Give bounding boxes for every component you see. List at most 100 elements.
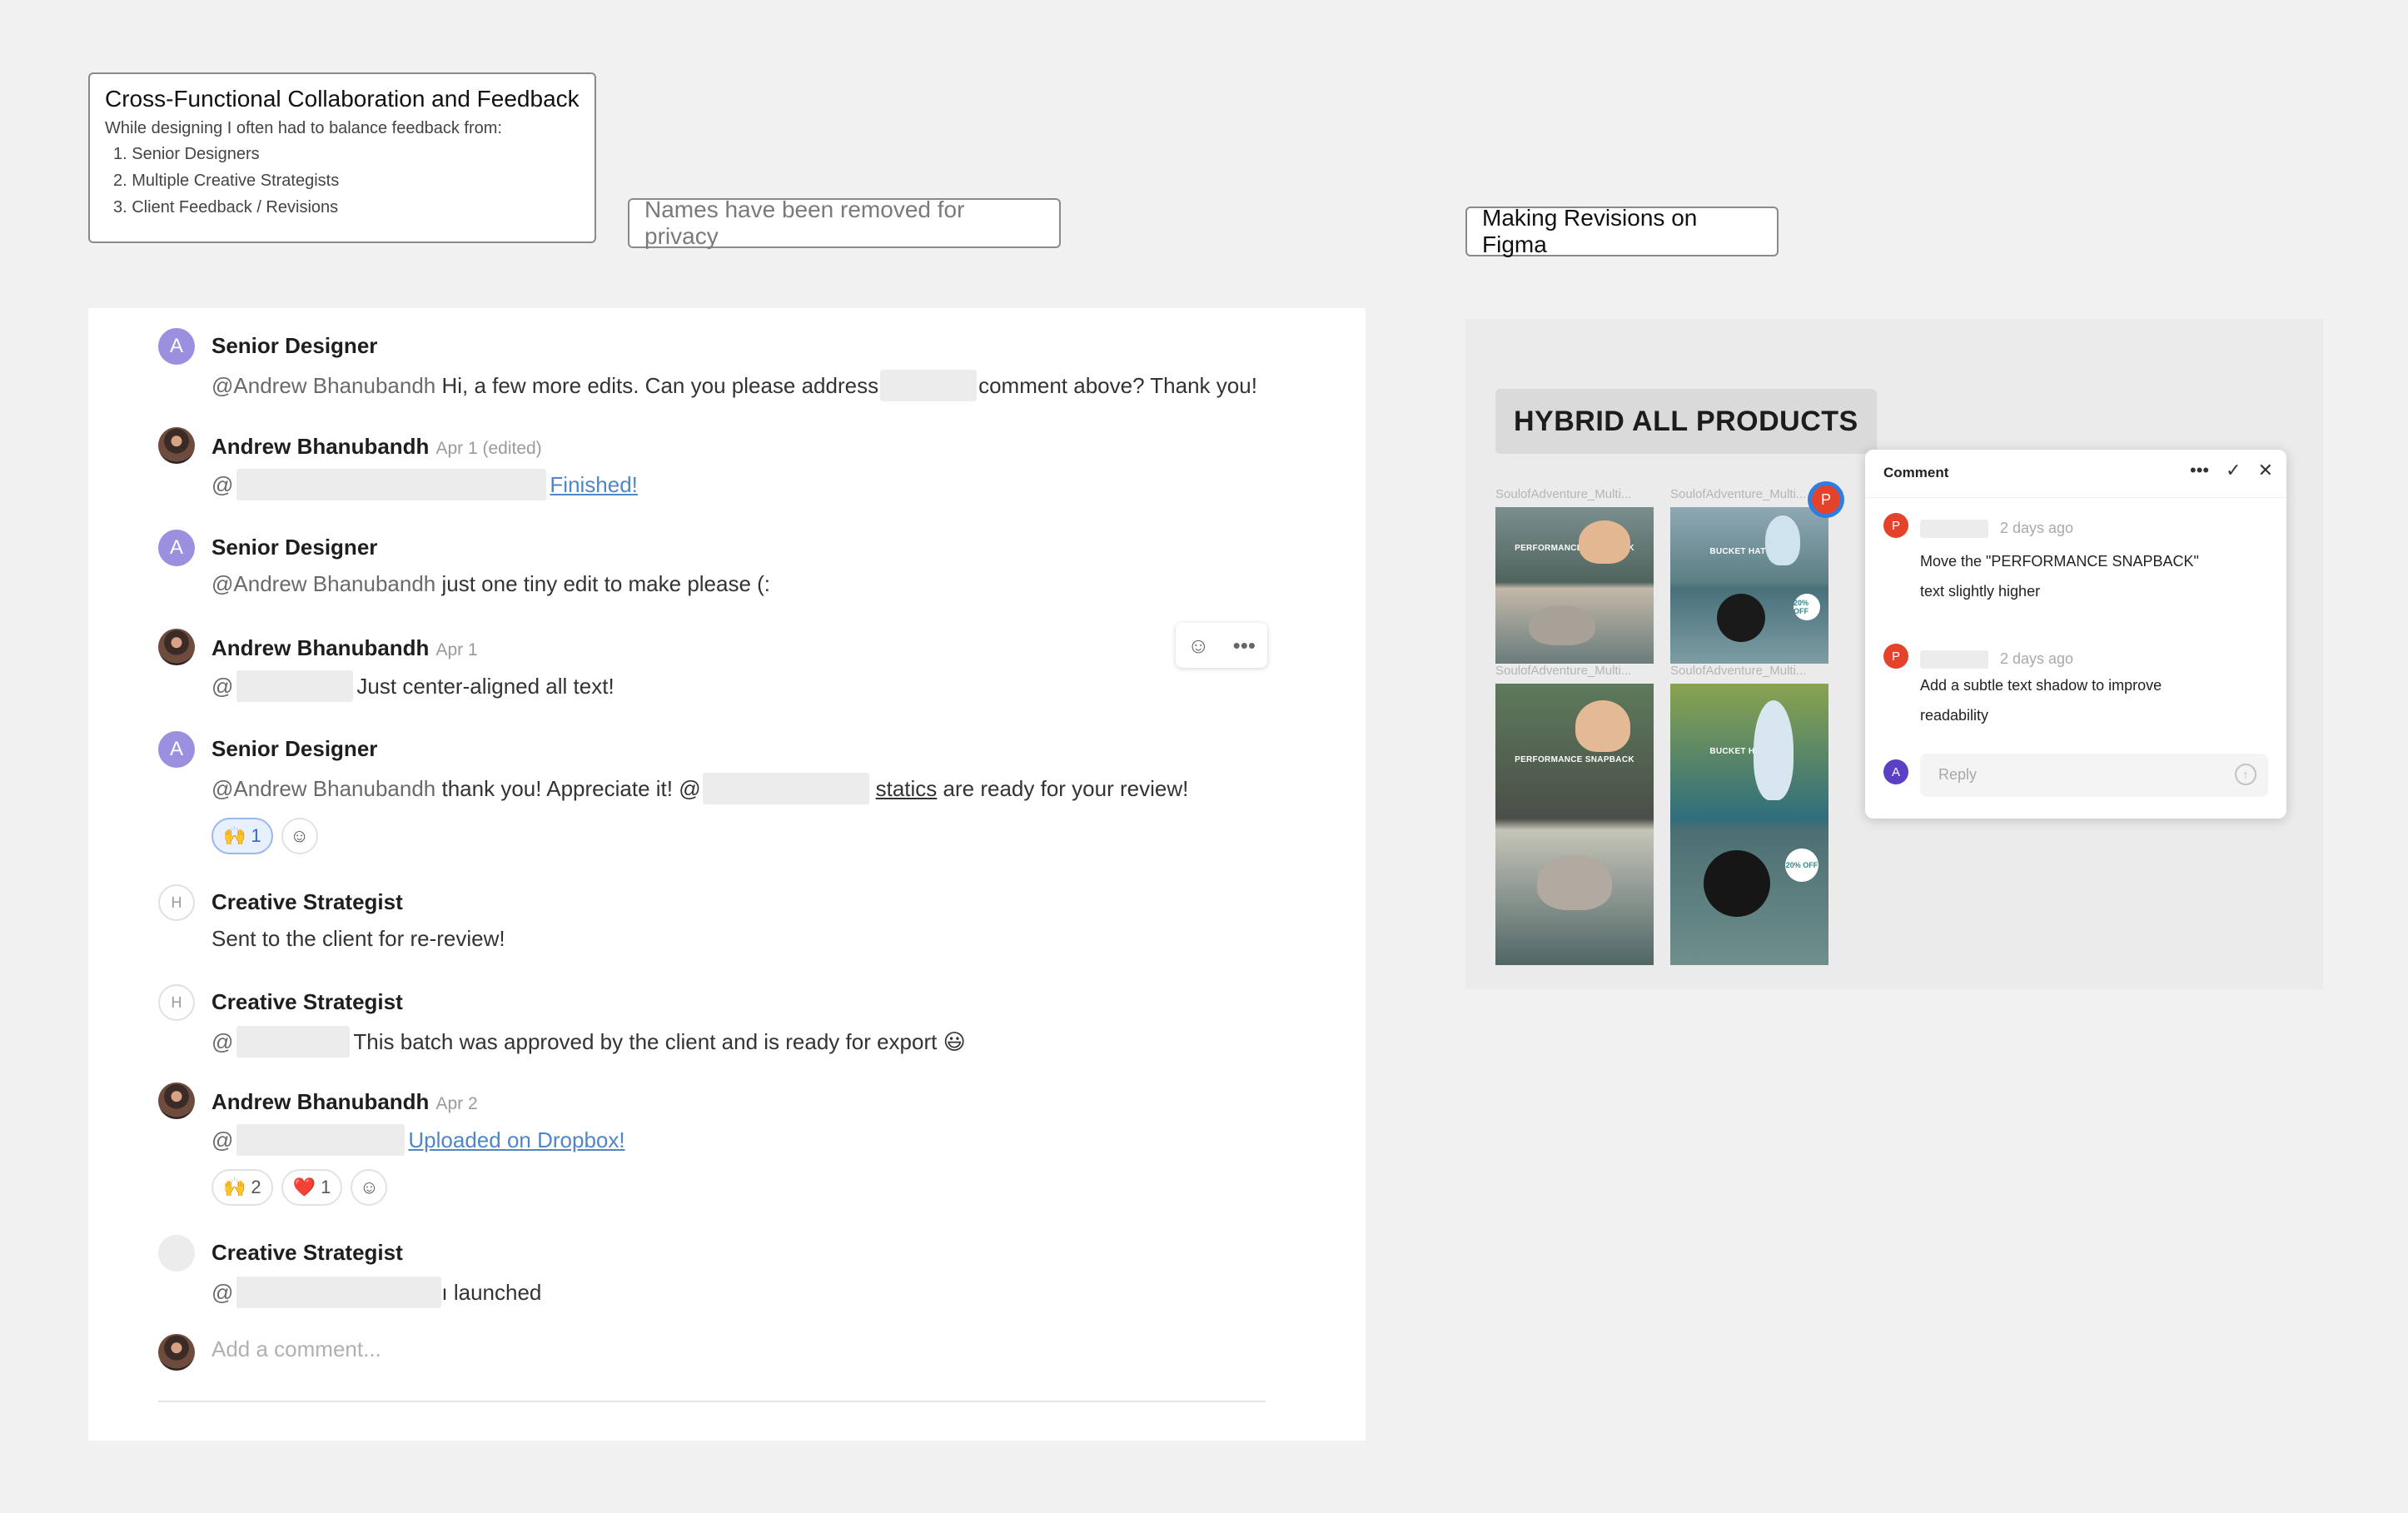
comment-author[interactable]: Creative Strategist: [211, 889, 403, 915]
comment-body: @ Just center-aligned all text!: [211, 670, 614, 702]
add-reaction-icon[interactable]: ☺: [1187, 633, 1210, 659]
comment-body: @ This batch was approved by the client …: [211, 1026, 966, 1058]
comment-body: @Andrew Bhanubandh thank you! Appreciate…: [211, 773, 1188, 804]
intro-list-item: 2. Multiple Creative Strategists: [113, 172, 340, 190]
avatar[interactable]: [158, 629, 195, 665]
panel-title: Comment: [1883, 465, 1949, 480]
user-mention[interactable]: @Andrew Bhanubandh: [211, 776, 435, 802]
intro-list-item: 1. Senior Designers: [113, 145, 260, 163]
add-reaction-icon: ☺: [360, 1177, 379, 1197]
comment-text: thank you! Appreciate it! @: [435, 775, 701, 801]
comment-author[interactable]: Creative Strategist: [211, 1240, 403, 1266]
reaction-emoji: ❤️: [292, 1177, 316, 1197]
comment-panel: Comment ••• ✓ ✕ P 2 days ago Move the "P…: [1865, 450, 2286, 819]
redacted-name: [880, 370, 978, 401]
comment-body: @Andrew Bhanubandh just one tiny edit to…: [211, 571, 770, 597]
redacted-name: [236, 469, 547, 500]
hat-image: [1717, 594, 1765, 642]
comment-body: Sent to the client for re-review!: [211, 926, 505, 952]
privacy-note: Names have been removed for privacy: [628, 197, 1061, 249]
avatar[interactable]: [158, 1235, 195, 1272]
user-mention[interactable]: @Andrew Bhanubandh: [211, 373, 435, 399]
mention-prefix: @: [211, 673, 234, 699]
person-image: [1754, 700, 1794, 800]
ad-thumbnail-snapback[interactable]: PERFORMANCE SNAPBACK: [1495, 684, 1654, 965]
redacted-name: [702, 773, 869, 804]
comment-author-name: Andrew Bhanubandh: [211, 434, 430, 459]
panel-header: Comment ••• ✓ ✕: [1865, 450, 2286, 498]
comment-author[interactable]: Creative Strategist: [211, 989, 403, 1015]
comment-text: Just center-aligned all text!: [356, 673, 614, 699]
add-reaction-icon: ☺: [290, 825, 309, 846]
comment-author[interactable]: Andrew Bhanubandh Apr 1 (edited): [211, 434, 542, 460]
avatar[interactable]: H: [158, 884, 195, 921]
redacted-name: [1920, 520, 1988, 538]
more-options-icon[interactable]: •••: [1233, 633, 1256, 659]
ad-thumbnail-bucket[interactable]: BUCKET HAT 20% OFF: [1670, 684, 1828, 965]
reaction-count: 2: [251, 1177, 261, 1197]
intro-note: Cross-Functional Collaboration and Feedb…: [88, 72, 596, 243]
comment-text: Add a subtle text shadow to improve: [1920, 677, 2162, 694]
avatar[interactable]: [158, 1082, 195, 1119]
avatar[interactable]: H: [158, 984, 195, 1021]
send-icon[interactable]: ↑: [2235, 764, 2256, 785]
intro-title: Cross-Functional Collaboration and Feedb…: [105, 86, 580, 112]
comment-text: readability: [1920, 707, 1989, 724]
add-comment-input[interactable]: Add a comment...: [211, 1336, 381, 1362]
comment-author[interactable]: Senior Designer: [211, 333, 377, 359]
mention-prefix: @: [211, 1127, 234, 1152]
thumbnail-text: PERFORMANCE SNAPBACK: [1515, 755, 1634, 764]
ad-thumbnail-bucket[interactable]: BUCKET HAT 20% OFF: [1670, 507, 1828, 664]
discount-badge: 20% OFF: [1785, 849, 1818, 882]
resolve-check-icon[interactable]: ✓: [2226, 460, 2241, 481]
comment-text: Sent to the client for re-review!: [211, 926, 505, 951]
reply-input[interactable]: Reply ↑: [1920, 754, 2268, 797]
current-user-avatar: [158, 1334, 195, 1371]
comment-author[interactable]: Senior Designer: [211, 535, 377, 560]
frame-caption: SoulofAdventure_Multi...: [1670, 487, 1807, 501]
avatar[interactable]: A: [158, 328, 195, 365]
comment-text: This batch was approved by the client an…: [353, 1028, 966, 1054]
add-reaction-button[interactable]: ☺: [351, 1169, 388, 1206]
ad-thumbnail-snapback[interactable]: PERFORMANCE SNAPBACK: [1495, 507, 1654, 664]
reaction-pill[interactable]: 🙌 1: [211, 818, 273, 854]
user-mention[interactable]: @Andrew Bhanubandh: [211, 571, 435, 597]
comment-link[interactable]: Uploaded on Dropbox!: [408, 1127, 624, 1153]
comment-timestamp: Apr 1: [435, 640, 478, 659]
comment-text: comment above? Thank you!: [978, 372, 1257, 398]
avatar[interactable]: A: [158, 731, 195, 768]
comment-link[interactable]: Finished!: [550, 472, 638, 498]
comment-author[interactable]: Senior Designer: [211, 736, 377, 762]
more-options-icon[interactable]: •••: [2190, 460, 2209, 481]
comment-timestamp: 2 days ago: [2000, 520, 2074, 536]
comment-text: Hi, a few more edits. Can you please add…: [435, 372, 879, 398]
comment-link[interactable]: statics: [876, 776, 938, 802]
input-underline: [158, 1401, 1266, 1402]
mention-prefix: @: [211, 1279, 234, 1305]
comment-body: @Andrew Bhanubandh Hi, a few more edits.…: [211, 370, 1257, 401]
redacted-name: [1920, 650, 1988, 669]
reaction-pill[interactable]: ❤️ 1: [281, 1169, 343, 1206]
avatar[interactable]: A: [158, 530, 195, 566]
comment-thread: A Senior Designer @Andrew Bhanubandh Hi,…: [88, 308, 1366, 1441]
comment-author-name: Andrew Bhanubandh: [211, 1089, 430, 1114]
comment-body: @ ı launched: [211, 1277, 541, 1308]
avatar[interactable]: [158, 427, 195, 464]
redacted-name: [236, 1277, 442, 1308]
reply-avatar: A: [1883, 759, 1908, 784]
hat-image: [1704, 850, 1770, 917]
comment-body: @ Finished!: [211, 469, 638, 500]
comment-author[interactable]: Andrew Bhanubandh Apr 1: [211, 635, 478, 661]
reaction-pill[interactable]: 🙌 2: [211, 1169, 273, 1206]
comment-author[interactable]: Andrew Bhanubandh Apr 2: [211, 1089, 478, 1115]
thumbnail-text: BUCKET HAT: [1709, 747, 1766, 756]
panel-actions: ••• ✓ ✕: [2190, 460, 2273, 481]
comment-pin[interactable]: P: [1808, 481, 1844, 518]
reply-placeholder: Reply: [1938, 766, 1978, 783]
add-reaction-button[interactable]: ☺: [281, 818, 318, 854]
reaction-bar: 🙌 2 ❤️ 1 ☺: [211, 1169, 388, 1206]
discount-badge: 20% OFF: [1794, 594, 1820, 620]
reaction-emoji: 🙌: [223, 1177, 246, 1197]
figma-section-label: Making Revisions on Figma: [1465, 205, 1779, 257]
close-icon[interactable]: ✕: [2258, 460, 2273, 481]
